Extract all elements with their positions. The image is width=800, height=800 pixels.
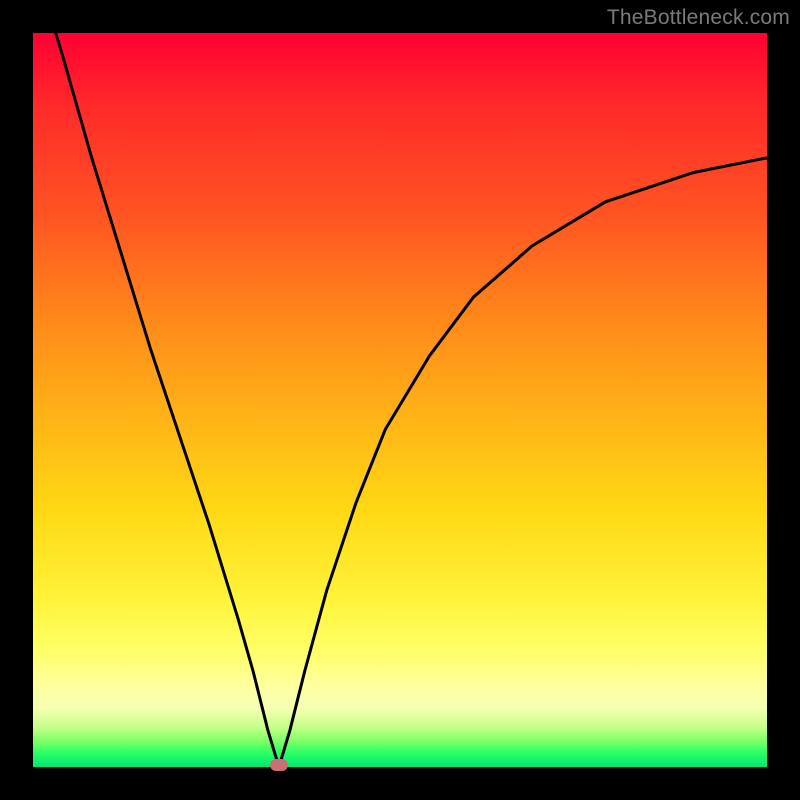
curve-path xyxy=(33,33,767,767)
bottleneck-curve xyxy=(33,33,767,767)
plot-area xyxy=(33,33,767,767)
optimal-point-marker xyxy=(270,759,288,771)
chart-frame: TheBottleneck.com xyxy=(0,0,800,800)
watermark-text: TheBottleneck.com xyxy=(607,6,790,30)
